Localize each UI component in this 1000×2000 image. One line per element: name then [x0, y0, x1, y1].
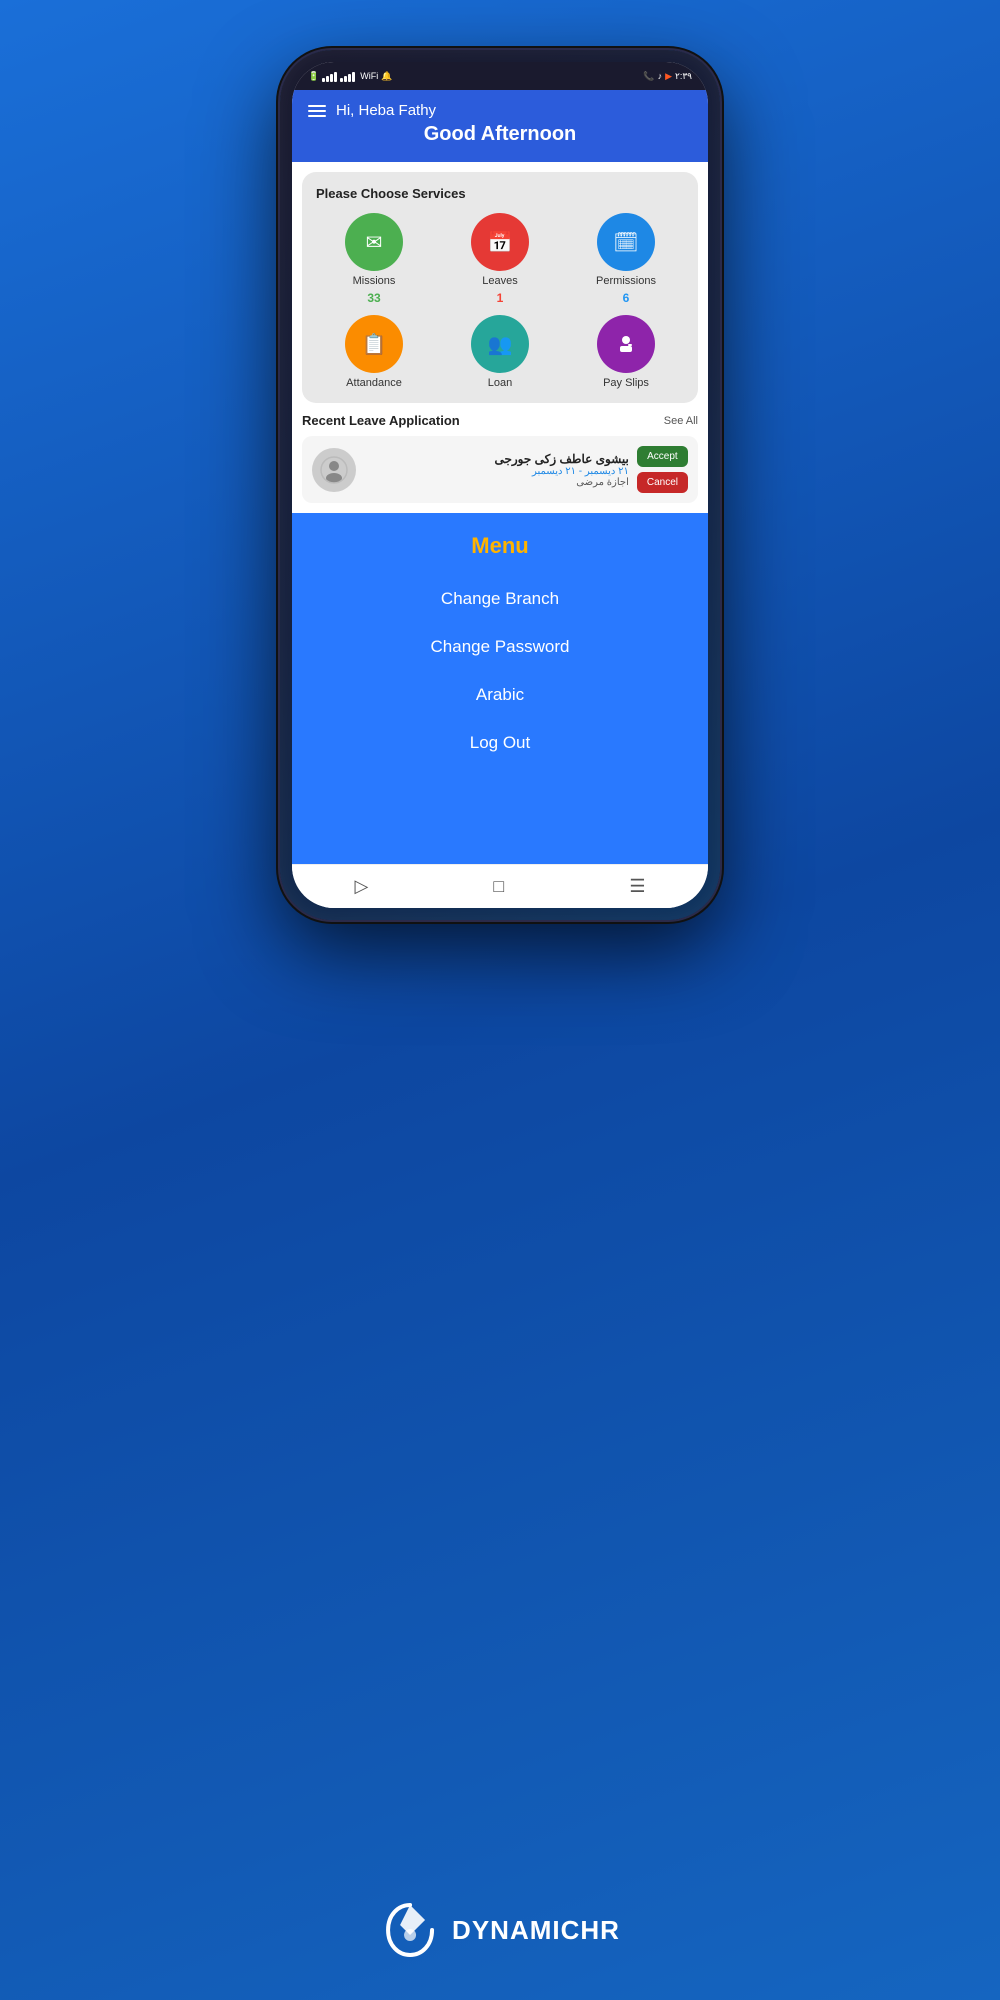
status-bar: 🔋 WiFi 🔔 📞 ♪ [292, 62, 708, 90]
page-background: 🔋 WiFi 🔔 📞 ♪ [0, 0, 1000, 2000]
services-grid: ✉ Missions 33 📅 Leaves 1 🗓 Permissions [316, 213, 684, 389]
menu-title: Menu [471, 533, 528, 559]
payslips-label: Pay Slips [603, 377, 649, 389]
greeting-time: Good Afternoon [308, 123, 692, 146]
missions-count: 33 [367, 291, 380, 305]
permissions-icon: 🗓 [597, 213, 655, 271]
signal-bars [322, 70, 337, 82]
status-time: ٢:٣٩ [675, 71, 692, 82]
phone-wrapper: 🔋 WiFi 🔔 📞 ♪ [280, 50, 720, 920]
status-right: 📞 ♪ ▶ ٢:٣٩ [643, 71, 692, 82]
phone-shell: 🔋 WiFi 🔔 📞 ♪ [280, 50, 720, 920]
loan-icon: 👥 [471, 315, 529, 373]
nav-home-icon[interactable]: □ [493, 876, 504, 897]
hamburger-button[interactable] [308, 105, 326, 117]
nav-bar: ▷ □ ☰ [292, 864, 708, 908]
logo-text: DYNAMICHR [452, 1915, 620, 1946]
payslips-icon [597, 315, 655, 373]
app-header: Hi, Heba Fathy Good Afternoon [292, 90, 708, 162]
service-item-leaves[interactable]: 📅 Leaves 1 [442, 213, 558, 305]
attendance-label: Attandance [346, 377, 402, 389]
permissions-label: Permissions [596, 275, 656, 287]
signal-bars-2 [340, 70, 355, 82]
attendance-icon: 📋 [345, 315, 403, 373]
recent-title: Recent Leave Application [302, 413, 460, 428]
nav-menu-icon[interactable]: ☰ [629, 876, 645, 897]
leave-card: بيشوى عاطف زكى جورجى ٢١ ديسمبر - ٢١ ديسم… [302, 436, 698, 503]
status-left: 🔋 WiFi 🔔 [308, 70, 392, 82]
wifi-icon: WiFi [360, 71, 378, 81]
leave-type: اجازة مرضى [364, 477, 629, 488]
leave-date: ٢١ ديسمبر - ٢١ ديسمبر [364, 466, 629, 477]
menu-item-change-password[interactable]: Change Password [292, 623, 708, 671]
greeting-name: Hi, Heba Fathy [336, 102, 436, 119]
alarm-icon: 🔔 [381, 71, 392, 82]
avatar [312, 448, 356, 492]
leaves-icon: 📅 [471, 213, 529, 271]
menu-item-change-branch[interactable]: Change Branch [292, 575, 708, 623]
menu-overlay: Menu Change Branch Change Password Arabi… [292, 513, 708, 864]
nav-back-icon[interactable]: ▷ [355, 876, 369, 897]
menu-item-arabic[interactable]: Arabic [292, 671, 708, 719]
header-top: Hi, Heba Fathy [308, 102, 692, 119]
service-item-attendance[interactable]: 📋 Attandance [316, 315, 432, 389]
menu-item-logout[interactable]: Log Out [292, 719, 708, 767]
services-title: Please Choose Services [316, 186, 684, 201]
logo-section: DYNAMICHR [380, 1900, 620, 1960]
phone-screen: 🔋 WiFi 🔔 📞 ♪ [292, 62, 708, 908]
accept-button[interactable]: Accept [637, 446, 688, 467]
battery-icon: 🔋 [308, 71, 319, 82]
leave-info: بيشوى عاطف زكى جورجى ٢١ ديسمبر - ٢١ ديسم… [364, 452, 629, 488]
permissions-count: 6 [623, 291, 630, 305]
services-card: Please Choose Services ✉ Missions 33 📅 L… [302, 172, 698, 403]
youtube-icon: ▶ [665, 71, 672, 82]
missions-icon: ✉ [345, 213, 403, 271]
service-item-payslips[interactable]: Pay Slips [568, 315, 684, 389]
recent-header: Recent Leave Application See All [302, 413, 698, 428]
service-item-permissions[interactable]: 🗓 Permissions 6 [568, 213, 684, 305]
logo-icon [380, 1900, 440, 1960]
see-all-link[interactable]: See All [664, 415, 698, 427]
tiktok-icon: ♪ [658, 71, 663, 81]
leaves-label: Leaves [482, 275, 517, 287]
missions-label: Missions [353, 275, 396, 287]
leave-name: بيشوى عاطف زكى جورجى [364, 452, 629, 466]
cancel-button[interactable]: Cancel [637, 472, 688, 493]
service-item-loan[interactable]: 👥 Loan [442, 315, 558, 389]
leave-actions: Accept Cancel [637, 446, 688, 493]
recent-leave-section: Recent Leave Application See All بيشوى ع… [292, 413, 708, 513]
service-item-missions[interactable]: ✉ Missions 33 [316, 213, 432, 305]
loan-label: Loan [488, 377, 512, 389]
leaves-count: 1 [497, 291, 504, 305]
call-icon: 📞 [643, 71, 654, 82]
